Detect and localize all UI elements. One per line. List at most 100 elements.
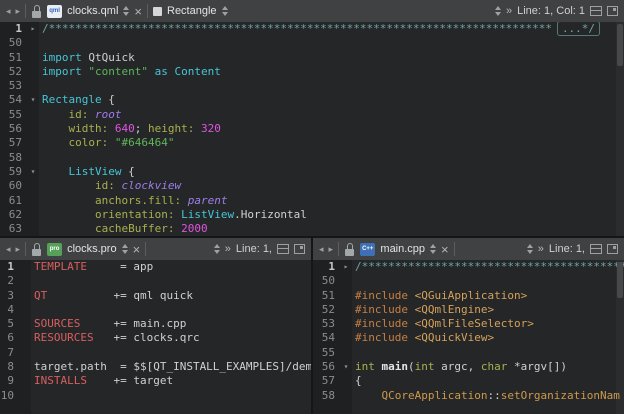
line-number[interactable]: 59 (0, 165, 27, 179)
line-number[interactable]: 57 (313, 374, 340, 388)
split-editor-icon[interactable] (590, 6, 602, 16)
code-line[interactable]: 55 id: root (0, 108, 624, 122)
line-number[interactable]: 56 (313, 360, 340, 374)
document-spinner-icon[interactable] (123, 6, 129, 16)
overflow-chevron-icon[interactable]: » (506, 5, 512, 17)
code-line[interactable]: 63 cacheBuffer: 2000 (0, 222, 624, 236)
code-line[interactable]: 53 (0, 79, 624, 93)
open-in-new-window-icon[interactable] (607, 6, 618, 16)
vertical-scrollbar[interactable] (616, 22, 624, 236)
code-line[interactable]: 54#include <QQuickView> (313, 331, 624, 345)
document-spinner-icon[interactable] (430, 244, 436, 254)
line-number[interactable]: 4 (0, 303, 19, 317)
vertical-scrollbar[interactable] (616, 260, 624, 414)
line-number[interactable]: 51 (313, 289, 340, 303)
line-number[interactable]: 1 (313, 260, 340, 274)
code-editor-clocks-pro[interactable]: 1TEMPLATE = app23QT += qml quick45SOURCE… (0, 260, 311, 414)
document-spinner-icon[interactable] (122, 244, 128, 254)
line-number[interactable]: 56 (0, 122, 27, 136)
line-number[interactable]: 10 (0, 389, 19, 403)
lock-icon[interactable] (31, 243, 42, 256)
line-number[interactable]: 50 (0, 36, 27, 50)
forward-icon[interactable]: ▸ (16, 7, 21, 16)
close-document-button[interactable]: × (441, 243, 449, 256)
line-number[interactable]: 8 (0, 360, 19, 374)
forward-icon[interactable]: ▸ (16, 245, 21, 254)
code-line[interactable]: 6RESOURCES += clocks.qrc (0, 331, 311, 345)
fold-marker[interactable]: ▾ (340, 360, 352, 374)
line-number[interactable]: 51 (0, 51, 27, 65)
line-number[interactable]: 5 (0, 317, 19, 331)
code-line[interactable]: 57{ (313, 374, 624, 388)
code-line[interactable]: 62 orientation: ListView.Horizontal (0, 208, 624, 222)
code-line[interactable]: 10 (0, 389, 311, 403)
code-line[interactable]: 7 (0, 346, 311, 360)
document-dropdown[interactable]: clocks.qml (67, 5, 118, 17)
code-line[interactable]: 54▾Rectangle { (0, 93, 624, 107)
scrollbar-thumb[interactable] (617, 24, 623, 66)
line-number[interactable]: 63 (0, 222, 27, 236)
code-line[interactable]: 52#include <QQmlEngine> (313, 303, 624, 317)
document-dropdown[interactable]: main.cpp (380, 243, 425, 255)
overflow-spinner-icon[interactable] (495, 6, 501, 16)
fold-marker[interactable]: ▸ (340, 260, 352, 274)
split-editor-icon[interactable] (590, 244, 602, 254)
line-number[interactable]: 7 (0, 346, 19, 360)
code-line[interactable]: 53#include <QQmlFileSelector> (313, 317, 624, 331)
line-number[interactable]: 6 (0, 331, 19, 345)
code-line[interactable]: 2 (0, 274, 311, 288)
lock-icon[interactable] (344, 243, 355, 256)
code-line[interactable]: 1▸/*************************************… (313, 260, 624, 274)
document-dropdown[interactable]: clocks.pro (67, 243, 117, 255)
code-line[interactable]: 51import QtQuick (0, 51, 624, 65)
code-line[interactable]: 57 color: "#646464" (0, 136, 624, 150)
code-line[interactable]: 1TEMPLATE = app (0, 260, 311, 274)
line-number[interactable]: 1 (0, 260, 19, 274)
line-number[interactable]: 9 (0, 374, 19, 388)
back-icon[interactable]: ◂ (319, 245, 324, 254)
overflow-chevron-icon[interactable]: » (225, 243, 231, 255)
code-line[interactable]: 3QT += qml quick (0, 289, 311, 303)
close-document-button[interactable]: × (133, 243, 141, 256)
line-number[interactable]: 52 (313, 303, 340, 317)
code-editor-main-cpp[interactable]: 1▸/*************************************… (313, 260, 624, 414)
code-line[interactable]: 9INSTALLS += target (0, 374, 311, 388)
split-editor-icon[interactable] (277, 244, 289, 254)
code-line[interactable]: 58 (0, 151, 624, 165)
code-line[interactable]: 56▾int main(int argc, char *argv[]) (313, 360, 624, 374)
overflow-spinner-icon[interactable] (527, 244, 533, 254)
line-number[interactable]: 53 (0, 79, 27, 93)
line-number[interactable]: 54 (313, 331, 340, 345)
back-icon[interactable]: ◂ (6, 245, 11, 254)
symbol-dropdown[interactable]: Rectangle (167, 5, 217, 17)
code-line[interactable]: 58 QCoreApplication::setOrganizationNam (313, 389, 624, 403)
back-icon[interactable]: ◂ (6, 7, 11, 16)
lock-icon[interactable] (31, 5, 42, 18)
line-number[interactable]: 61 (0, 194, 27, 208)
line-number[interactable]: 53 (313, 317, 340, 331)
code-line[interactable]: 50 (0, 36, 624, 50)
code-line[interactable]: 56 width: 640; height: 320 (0, 122, 624, 136)
line-number[interactable]: 62 (0, 208, 27, 222)
fold-marker[interactable]: ▾ (27, 165, 39, 179)
code-line[interactable]: 55 (313, 346, 624, 360)
line-number[interactable]: 1 (0, 22, 27, 36)
line-number[interactable]: 50 (313, 274, 340, 288)
line-number[interactable]: 58 (313, 389, 340, 403)
line-number[interactable]: 52 (0, 65, 27, 79)
code-line[interactable]: 50 (313, 274, 624, 288)
line-number[interactable]: 57 (0, 136, 27, 150)
code-line[interactable]: 51#include <QGuiApplication> (313, 289, 624, 303)
line-number[interactable]: 55 (0, 108, 27, 122)
line-number[interactable]: 58 (0, 151, 27, 165)
fold-marker[interactable]: ▸ (27, 22, 39, 36)
open-in-new-window-icon[interactable] (294, 244, 305, 254)
code-editor-clocks-qml[interactable]: 1▸/*************************************… (0, 22, 624, 236)
code-line[interactable]: 61 anchors.fill: parent (0, 194, 624, 208)
close-document-button[interactable]: × (134, 5, 142, 18)
overflow-chevron-icon[interactable]: » (538, 243, 544, 255)
code-line[interactable]: 5SOURCES += main.cpp (0, 317, 311, 331)
code-line[interactable]: 52import "content" as Content (0, 65, 624, 79)
forward-icon[interactable]: ▸ (329, 245, 334, 254)
fold-marker[interactable]: ▾ (27, 93, 39, 107)
